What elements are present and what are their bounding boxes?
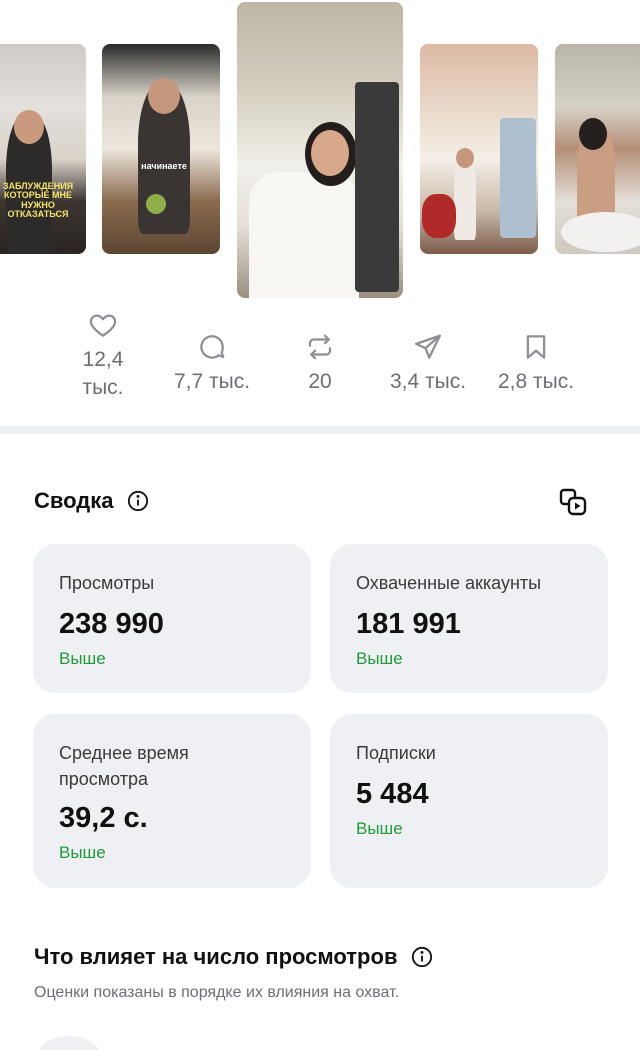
summary-header: Сводка <box>34 488 149 514</box>
saves-stat: 2,8 тыс. <box>481 332 591 396</box>
stat-card-trend: Выше <box>59 649 106 668</box>
info-icon[interactable] <box>127 490 149 512</box>
influence-title: Что влияет на число просмотров <box>34 944 398 969</box>
engagement-stats: 12,4 тыс. 7,7 тыс. 20 3,4 тыс. 2,8 тыс. <box>0 310 640 420</box>
likes-stat: 12,4 тыс. <box>48 310 158 402</box>
stat-card-value: 238 990 <box>59 608 164 640</box>
bookmark-icon <box>526 335 546 359</box>
shares-count: 3,4 тыс. <box>389 370 467 393</box>
stat-card-views[interactable]: Просмотры 238 990 Выше <box>33 544 311 693</box>
reposts-stat: 20 <box>265 332 375 396</box>
stat-card-follows[interactable]: Подписки 5 484 Выше <box>330 714 608 888</box>
heart-icon <box>89 314 117 337</box>
stat-card-trend: Выше <box>356 819 403 838</box>
reel-thumbnail-4[interactable] <box>420 44 538 254</box>
stat-card-reach[interactable]: Охваченные аккаунты 181 991 Выше <box>330 544 608 693</box>
comments-count: 7,7 тыс. <box>173 370 251 393</box>
reel-thumbnail-1[interactable]: заблуждения которые мне нужно отказаться <box>0 44 86 254</box>
stat-card-trend: Выше <box>356 649 403 668</box>
repost-icon <box>308 334 332 360</box>
reel-thumbnail-3-active[interactable] <box>237 2 403 298</box>
comments-stat: 7,7 тыс. <box>157 332 267 396</box>
influence-item-icon <box>38 1036 100 1050</box>
influence-subtitle: Оценки показаны в порядке их влияния на … <box>34 984 400 1001</box>
saves-count: 2,8 тыс. <box>497 370 575 393</box>
stat-card-label: Среднее время просмотра <box>59 743 189 789</box>
stat-card-trend: Выше <box>59 843 106 862</box>
section-divider <box>0 426 640 434</box>
summary-title: Сводка <box>34 488 114 513</box>
shares-stat: 3,4 тыс. <box>373 332 483 396</box>
stat-card-label: Охваченные аккаунты <box>356 573 542 593</box>
reposts-count: 20 <box>308 370 332 393</box>
reels-carousel[interactable]: заблуждения которые мне нужно отказаться… <box>0 0 640 300</box>
reel-thumbnail-5[interactable] <box>555 44 640 254</box>
influence-header: Что влияет на число просмотров <box>34 944 433 970</box>
stat-card-value: 181 991 <box>356 608 461 640</box>
stat-card-label: Подписки <box>356 743 436 763</box>
stat-card-avg-watch-time[interactable]: Среднее время просмотра 39,2 с. Выше <box>33 714 311 888</box>
reel-thumbnail-caption: заблуждения которые мне нужно отказаться <box>2 181 74 220</box>
stat-card-value: 5 484 <box>356 778 429 810</box>
reel-thumbnail-2[interactable]: начинаете <box>102 44 220 254</box>
comment-icon <box>200 335 225 359</box>
stat-card-value: 39,2 с. <box>59 802 148 834</box>
likes-count: 12,4 тыс. <box>82 348 124 399</box>
copy-clip-icon[interactable] <box>557 486 589 518</box>
stat-card-label: Просмотры <box>59 573 155 593</box>
share-icon <box>415 334 441 359</box>
reel-thumbnail-caption: начинаете <box>141 161 187 171</box>
info-icon[interactable] <box>411 946 433 968</box>
